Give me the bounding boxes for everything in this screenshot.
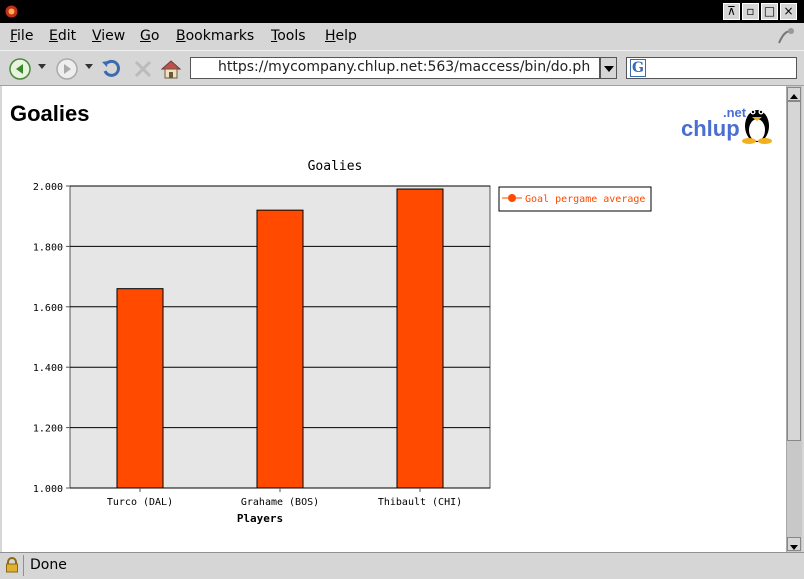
legend-label: Goal pergame average — [525, 194, 645, 205]
stop-icon[interactable] — [131, 57, 155, 81]
reload-icon[interactable] — [99, 57, 123, 81]
menu-edit[interactable]: Edit — [49, 28, 76, 44]
google-search-icon[interactable]: G — [630, 59, 646, 77]
menu-bookmarks[interactable]: Bookmarks — [176, 28, 254, 44]
pin-icon[interactable]: ⊼ — [723, 3, 740, 20]
back-icon[interactable] — [8, 57, 32, 81]
search-input[interactable] — [626, 57, 797, 79]
bar — [116, 288, 164, 489]
forward-dropdown-icon[interactable] — [85, 64, 93, 69]
status-bar — [0, 552, 804, 579]
status-separator — [23, 555, 24, 576]
bar — [256, 209, 304, 489]
scroll-down-button[interactable] — [787, 537, 801, 551]
firebird-app-icon[interactable] — [4, 4, 19, 19]
x-tick-label: Turco (DAL) — [107, 497, 173, 508]
y-tick-label: 1.600 — [33, 303, 63, 314]
home-icon[interactable] — [159, 57, 183, 81]
page-content: Goalies chlup .net Goalies 1.000 1.200 1.4… — [2, 86, 786, 552]
menu-help[interactable]: Help — [325, 28, 357, 44]
scroll-up-button[interactable] — [787, 87, 801, 101]
maximize-button[interactable]: □ — [761, 3, 778, 20]
url-field[interactable]: https://mycompany.chlup.net:563/maccess/… — [190, 57, 600, 79]
throbber-icon — [778, 28, 794, 44]
y-tick-label: 1.800 — [33, 242, 63, 253]
close-button[interactable]: × — [780, 3, 797, 20]
y-tick-label: 2.000 — [33, 182, 63, 193]
y-axis-ticks: 1.000 1.200 1.400 1.600 1.800 2.000 — [33, 182, 70, 495]
scrollbar-thumb[interactable] — [787, 101, 801, 441]
legend: Goal pergame average — [498, 186, 652, 212]
status-text: Done — [30, 557, 67, 573]
menu-tools[interactable]: Tools — [271, 28, 306, 44]
y-tick-label: 1.400 — [33, 363, 63, 374]
lock-icon[interactable] — [4, 557, 20, 573]
back-dropdown-icon[interactable] — [38, 64, 46, 69]
menu-view[interactable]: View — [92, 28, 125, 44]
bar — [396, 188, 444, 489]
x-tick-label: Grahame (BOS) — [241, 497, 319, 508]
minimize-button[interactable]: ▫ — [742, 3, 759, 20]
x-axis-label: Players — [237, 512, 283, 525]
x-tick-label: Thibault (CHI) — [378, 497, 462, 508]
url-history-dropdown[interactable] — [600, 57, 617, 79]
window-title: Maccess 1.9.1 - Goalies (mara 2004-01-09… — [22, 2, 651, 21]
y-tick-label: 1.000 — [33, 484, 63, 495]
url-text: https://mycompany.chlup.net:563/maccess/… — [218, 59, 591, 75]
legend-marker-icon — [508, 194, 516, 202]
menu-file[interactable]: File — [10, 28, 33, 44]
goalies-chart: Goalies 1.000 1.200 1.400 1.600 1.800 2.000 T… — [33, 159, 652, 525]
chart-title: Goalies — [308, 159, 363, 174]
forward-icon[interactable] — [55, 57, 79, 81]
y-tick-label: 1.200 — [33, 424, 63, 435]
menu-go[interactable]: Go — [140, 28, 159, 44]
x-axis-ticks: Turco (DAL) Grahame (BOS) Thibault (CHI) — [107, 488, 462, 508]
